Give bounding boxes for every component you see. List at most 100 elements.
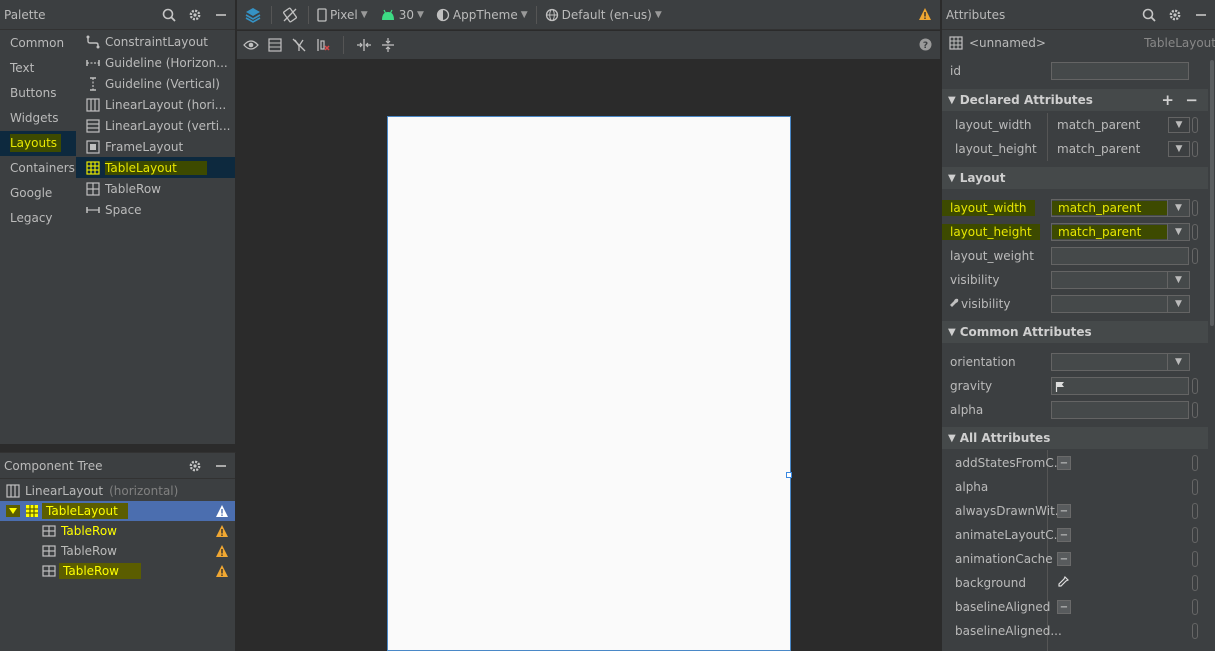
resource-picker-icon[interactable] bbox=[1192, 599, 1198, 615]
gear-icon[interactable] bbox=[1167, 7, 1183, 23]
warning-icon[interactable] bbox=[215, 564, 229, 578]
resource-picker-icon[interactable] bbox=[1192, 527, 1198, 543]
tree-node-tablerow[interactable]: TableRow bbox=[0, 561, 235, 581]
warning-icon[interactable] bbox=[215, 504, 229, 518]
resource-picker-icon[interactable] bbox=[1192, 200, 1198, 216]
chevron-down-icon[interactable]: ▼ bbox=[1167, 272, 1189, 288]
warning-icon[interactable] bbox=[215, 544, 229, 558]
resize-handle[interactable] bbox=[786, 472, 792, 478]
tree-node-tablelayout[interactable]: TableLayout bbox=[0, 501, 235, 521]
remove-attribute-icon[interactable]: − bbox=[1185, 91, 1198, 109]
gear-icon[interactable] bbox=[187, 7, 203, 23]
gravity-field[interactable] bbox=[1051, 377, 1189, 395]
device-selector[interactable]: Pixel ▼ bbox=[317, 8, 368, 22]
checkbox-indeterminate-icon[interactable]: − bbox=[1057, 528, 1071, 542]
resource-picker-icon[interactable] bbox=[1192, 455, 1198, 471]
checkbox-indeterminate-icon[interactable]: − bbox=[1057, 600, 1071, 614]
palette-item-guideline-horizontal[interactable]: Guideline (Horizon... bbox=[76, 52, 235, 73]
category-common[interactable]: Common bbox=[0, 31, 76, 56]
resource-picker-icon[interactable] bbox=[1192, 117, 1198, 133]
resource-picker-icon[interactable] bbox=[1192, 479, 1198, 495]
resource-picker-icon[interactable] bbox=[1192, 248, 1198, 264]
orientation-combo[interactable]: ▼ bbox=[1051, 353, 1190, 371]
chevron-down-icon[interactable]: ▼ bbox=[1167, 354, 1189, 370]
warning-icon[interactable] bbox=[918, 7, 932, 24]
framelayout-icon bbox=[86, 139, 100, 154]
checkbox-indeterminate-icon[interactable]: − bbox=[1057, 504, 1071, 518]
palette-item-framelayout[interactable]: FrameLayout bbox=[76, 136, 235, 157]
category-text[interactable]: Text bbox=[0, 56, 76, 81]
section-common-attributes[interactable]: ▼ Common Attributes bbox=[942, 321, 1208, 343]
section-all-attributes[interactable]: ▼ All Attributes bbox=[942, 427, 1208, 449]
palette-item-guideline-vertical[interactable]: Guideline (Vertical) bbox=[76, 73, 235, 94]
clear-constraints-icon[interactable] bbox=[315, 37, 331, 53]
checkbox-indeterminate-icon[interactable]: − bbox=[1057, 456, 1071, 470]
theme-selector[interactable]: AppTheme ▼ bbox=[436, 8, 528, 22]
category-layouts[interactable]: Layouts bbox=[0, 131, 76, 156]
category-containers[interactable]: Containers bbox=[0, 156, 76, 181]
resource-picker-icon[interactable] bbox=[1192, 503, 1198, 519]
tools-visibility-combo[interactable]: ▼ bbox=[1051, 295, 1190, 313]
resource-picker-icon[interactable] bbox=[1192, 141, 1198, 157]
category-widgets[interactable]: Widgets bbox=[0, 106, 76, 131]
tree-node-tablerow[interactable]: TableRow bbox=[0, 521, 235, 541]
layout-height-combo[interactable]: match_parent ▼ bbox=[1051, 140, 1190, 158]
device-preview[interactable] bbox=[387, 116, 791, 651]
resource-picker-icon[interactable] bbox=[1192, 575, 1198, 591]
layout-width-combo[interactable]: match_parent ▼ bbox=[1051, 199, 1190, 217]
tree-node-tablerow[interactable]: TableRow bbox=[0, 541, 235, 561]
palette-item-linearlayout-vertical[interactable]: LinearLayout (verti... bbox=[76, 115, 235, 136]
chevron-down-icon[interactable]: ▼ bbox=[1168, 141, 1190, 157]
eyedropper-icon[interactable] bbox=[1057, 575, 1070, 591]
minimize-icon[interactable] bbox=[1193, 7, 1209, 23]
palette-item-tablelayout[interactable]: TableLayout bbox=[76, 157, 235, 178]
search-icon[interactable] bbox=[161, 7, 177, 23]
minimize-icon[interactable] bbox=[213, 7, 229, 23]
chevron-down-icon[interactable]: ▼ bbox=[1167, 224, 1189, 240]
help-icon[interactable]: ? bbox=[919, 38, 932, 54]
expand-arrow-icon[interactable] bbox=[6, 505, 20, 517]
add-attribute-icon[interactable]: + bbox=[1161, 91, 1174, 109]
category-buttons[interactable]: Buttons bbox=[0, 81, 76, 106]
layout-height-combo[interactable]: match_parent ▼ bbox=[1051, 223, 1190, 241]
tree-node-linearlayout[interactable]: LinearLayout (horizontal) bbox=[0, 481, 235, 501]
palette-item-linearlayout-horizontal[interactable]: LinearLayout (hori... bbox=[76, 94, 235, 115]
expand-horizontal-icon[interactable] bbox=[356, 37, 372, 53]
api-level-selector[interactable]: 30 ▼ bbox=[380, 8, 424, 22]
component-tree-title: Component Tree bbox=[4, 458, 103, 473]
palette-item-constraintlayout[interactable]: ConstraintLayout bbox=[76, 31, 235, 52]
layers-icon[interactable] bbox=[243, 7, 263, 23]
autoconnect-off-icon[interactable] bbox=[291, 37, 307, 53]
resource-picker-icon[interactable] bbox=[1192, 551, 1198, 567]
minimize-icon[interactable] bbox=[213, 458, 229, 474]
palette-item-tablerow[interactable]: TableRow bbox=[76, 178, 235, 199]
attributes-scrollbar[interactable] bbox=[1210, 60, 1214, 326]
section-layout[interactable]: ▼ Layout bbox=[942, 167, 1208, 189]
palette-item-space[interactable]: Space bbox=[76, 199, 235, 220]
blueprint-icon[interactable] bbox=[267, 37, 283, 53]
resource-picker-icon[interactable] bbox=[1192, 402, 1198, 418]
chevron-down-icon[interactable]: ▼ bbox=[1168, 117, 1190, 133]
search-icon[interactable] bbox=[1141, 7, 1157, 23]
layout-width-combo[interactable]: match_parent ▼ bbox=[1051, 116, 1190, 134]
locale-selector[interactable]: Default (en-us) ▼ bbox=[545, 8, 662, 22]
warning-icon[interactable] bbox=[215, 524, 229, 538]
eye-icon[interactable] bbox=[243, 37, 259, 53]
checkbox-indeterminate-icon[interactable]: − bbox=[1057, 552, 1071, 566]
chevron-down-icon[interactable]: ▼ bbox=[1167, 296, 1189, 312]
visibility-combo[interactable]: ▼ bbox=[1051, 271, 1190, 289]
layout-weight-field[interactable] bbox=[1051, 247, 1189, 265]
gear-icon[interactable] bbox=[187, 458, 203, 474]
resource-picker-icon[interactable] bbox=[1192, 378, 1198, 394]
resource-picker-icon[interactable] bbox=[1192, 623, 1198, 639]
section-declared-attributes[interactable]: ▼ Declared Attributes + − bbox=[942, 89, 1208, 111]
id-field[interactable] bbox=[1051, 62, 1189, 80]
category-legacy[interactable]: Legacy bbox=[0, 206, 76, 231]
chevron-down-icon[interactable]: ▼ bbox=[1167, 200, 1189, 216]
attributes-panel: Attributes <unnamed> TableLayout id ▼ De… bbox=[941, 0, 1215, 651]
resource-picker-icon[interactable] bbox=[1192, 224, 1198, 240]
expand-vertical-icon[interactable] bbox=[380, 37, 396, 53]
category-google[interactable]: Google bbox=[0, 181, 76, 206]
alpha-field[interactable] bbox=[1051, 401, 1189, 419]
orientation-icon[interactable] bbox=[280, 7, 300, 23]
